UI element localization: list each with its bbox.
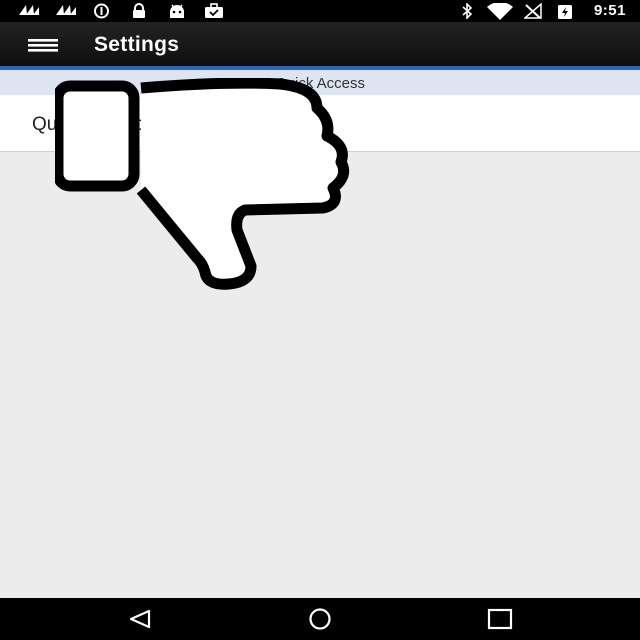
data-saver-icon bbox=[93, 3, 110, 24]
home-button[interactable] bbox=[306, 607, 334, 631]
section-header-quick-access: Quick Access bbox=[0, 70, 640, 95]
back-button[interactable] bbox=[126, 607, 154, 631]
lock-icon bbox=[131, 3, 147, 24]
menu-icon bbox=[22, 39, 66, 62]
menu-button[interactable] bbox=[22, 30, 66, 58]
signal-icon bbox=[55, 3, 77, 22]
list-item-quick-balance[interactable]: Quick Balance bbox=[0, 95, 640, 152]
status-time: 9:51 bbox=[593, 2, 626, 19]
no-sim-icon bbox=[523, 2, 542, 24]
android-icon bbox=[168, 3, 186, 24]
bluetooth-icon bbox=[461, 2, 473, 24]
status-bar: 9:51 bbox=[0, 0, 640, 22]
back-icon bbox=[126, 609, 154, 635]
recents-icon bbox=[486, 608, 514, 635]
app-bar: Settings bbox=[0, 22, 640, 66]
briefcase-icon bbox=[204, 3, 224, 24]
content-area bbox=[0, 153, 640, 598]
signal-icon bbox=[18, 3, 40, 22]
section-header-label: Quick Access bbox=[274, 75, 366, 92]
navigation-bar bbox=[0, 598, 640, 640]
recents-button[interactable] bbox=[486, 607, 514, 631]
home-icon bbox=[306, 608, 334, 635]
page-title: Settings bbox=[94, 33, 180, 56]
list-item-label: Quick Balance bbox=[32, 114, 155, 135]
